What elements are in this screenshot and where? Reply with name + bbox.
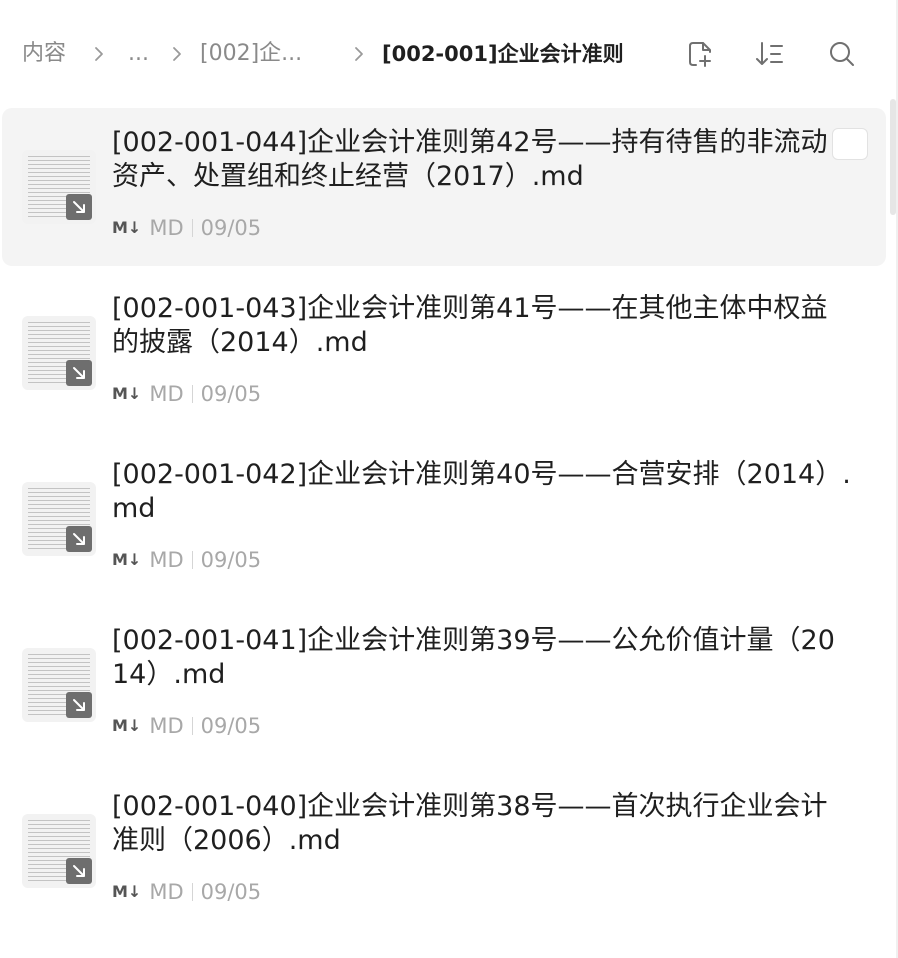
file-thumbnail [22, 814, 96, 888]
chevron-right-icon [173, 47, 181, 61]
file-thumbnail [22, 482, 96, 556]
file-title: [002-001-042]企业会计准则第40号——合营安排（2014）.md [112, 459, 851, 524]
chevron-right-icon [95, 47, 103, 61]
shortcut-arrow-icon [66, 692, 92, 718]
shortcut-arrow-icon [66, 194, 92, 220]
list-item[interactable]: [002-001-044]企业会计准则第42号——持有待售的非流动资产、处置组和… [2, 108, 886, 266]
meta-divider [191, 385, 193, 403]
meta-divider [191, 883, 193, 901]
list-item[interactable]: [002-001-042]企业会计准则第40号——合营安排（2014）.md M… [2, 440, 886, 598]
file-date: 09/05 [200, 216, 262, 240]
file-type: MD [149, 880, 184, 904]
breadcrumb-root[interactable]: 内容 [22, 38, 66, 70]
markdown-icon: M↓ [112, 882, 142, 901]
file-date: 09/05 [200, 880, 262, 904]
markdown-icon: M↓ [112, 550, 142, 569]
meta-divider [191, 551, 193, 569]
list-item[interactable]: [002-001-041]企业会计准则第39号——公允价值计量（2014）.md… [2, 606, 886, 764]
file-type: MD [149, 714, 184, 738]
file-date: 09/05 [200, 382, 262, 406]
search-button[interactable] [822, 34, 862, 74]
breadcrumb-parent[interactable]: [002]企... [200, 38, 302, 70]
new-file-button[interactable] [680, 34, 720, 74]
file-title: [002-001-044]企业会计准则第42号——持有待售的非流动资产、处置组和… [112, 127, 828, 192]
select-checkbox[interactable] [832, 128, 868, 160]
file-meta: M↓ MD 09/05 [112, 380, 261, 408]
file-thumbnail [22, 150, 96, 224]
breadcrumb-current: [002-001]企业会计准则 [382, 42, 624, 66]
list-item[interactable]: [002-001-043]企业会计准则第41号——在其他主体中权益的披露（201… [2, 274, 886, 432]
markdown-icon: M↓ [112, 218, 142, 237]
sort-icon [756, 42, 783, 65]
file-meta: M↓ MD 09/05 [112, 214, 261, 242]
header: 内容 ... [002]企... [002-001]企业会计准则 [0, 0, 880, 106]
shortcut-arrow-icon [66, 360, 92, 386]
file-meta: M↓ MD 09/05 [112, 878, 261, 906]
new-file-icon [689, 42, 711, 67]
file-thumbnail [22, 648, 96, 722]
file-type: MD [149, 382, 184, 406]
markdown-icon: M↓ [112, 716, 142, 735]
file-type: MD [149, 548, 184, 572]
file-meta: M↓ MD 09/05 [112, 546, 261, 574]
list-item[interactable]: [002-001-040]企业会计准则第38号——首次执行企业会计准则（2006… [2, 772, 886, 930]
sort-button[interactable] [750, 34, 790, 74]
search-icon [830, 42, 854, 66]
chevron-right-icon [355, 47, 363, 61]
file-date: 09/05 [200, 548, 262, 572]
file-thumbnail [22, 316, 96, 390]
markdown-icon: M↓ [112, 384, 142, 403]
breadcrumb-ellipsis[interactable]: ... [128, 38, 149, 70]
file-date: 09/05 [200, 714, 262, 738]
file-list: [002-001-044]企业会计准则第42号——持有待售的非流动资产、处置组和… [0, 106, 888, 958]
file-meta: M↓ MD 09/05 [112, 712, 261, 740]
meta-divider [191, 219, 193, 237]
shortcut-arrow-icon [66, 858, 92, 884]
file-type: MD [149, 216, 184, 240]
meta-divider [191, 717, 193, 735]
shortcut-arrow-icon [66, 526, 92, 552]
file-title: [002-001-040]企业会计准则第38号——首次执行企业会计准则（2006… [112, 791, 828, 856]
file-title: [002-001-043]企业会计准则第41号——在其他主体中权益的披露（201… [112, 293, 828, 358]
file-title: [002-001-041]企业会计准则第39号——公允价值计量（2014）.md [112, 625, 835, 690]
file-browser-panel: 内容 ... [002]企... [002-001]企业会计准则 [002-00… [0, 0, 898, 958]
